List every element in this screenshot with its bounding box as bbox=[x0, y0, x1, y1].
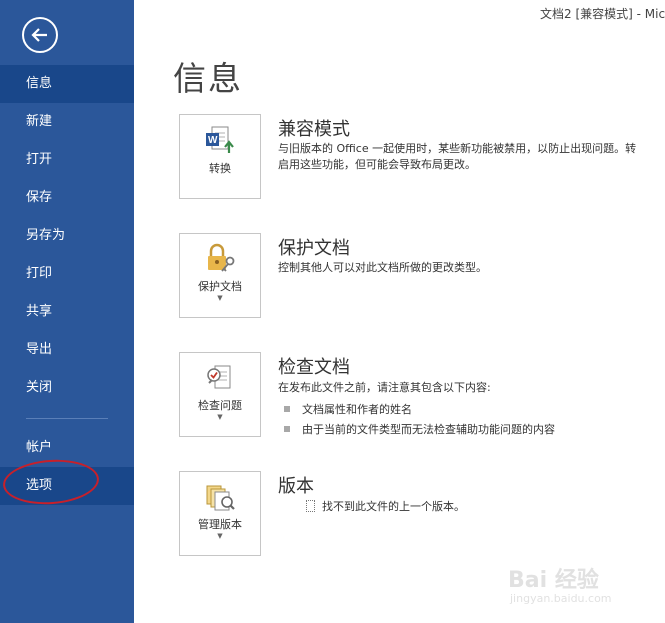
watermark: Bai 经验 jingyan.baidu.com bbox=[508, 550, 658, 610]
nav-item-print[interactable]: 打印 bbox=[0, 255, 134, 293]
convert-button[interactable]: W 转换 bbox=[179, 114, 261, 199]
back-arrow-icon bbox=[31, 28, 47, 42]
compatibility-heading: 兼容模式 bbox=[278, 119, 350, 140]
nav-item-info[interactable]: 信息 bbox=[0, 65, 134, 103]
check-issues-caret-icon: ▼ bbox=[217, 413, 223, 421]
nav-item-save-as[interactable]: 另存为 bbox=[0, 217, 134, 255]
watermark-url: jingyan.baidu.com bbox=[510, 592, 612, 605]
page-title: 信息 bbox=[173, 59, 243, 98]
protect-heading: 保护文档 bbox=[278, 238, 350, 259]
manage-versions-caret-icon: ▼ bbox=[217, 532, 223, 540]
check-issues-button[interactable]: 检查问题 ▼ bbox=[179, 352, 261, 437]
nav-item-export[interactable]: 导出 bbox=[0, 331, 134, 369]
check-issues-label: 检查问题 bbox=[198, 399, 242, 412]
inspect-heading: 检查文档 bbox=[278, 357, 350, 378]
back-button[interactable] bbox=[22, 17, 58, 53]
word-convert-icon: W bbox=[206, 126, 234, 153]
versions-text: 找不到此文件的上一个版本。 bbox=[322, 500, 465, 513]
protect-text: 控制其他人可以对此文档所做的更改类型。 bbox=[278, 261, 487, 274]
convert-label: 转换 bbox=[209, 162, 231, 175]
manage-versions-button[interactable]: 管理版本 ▼ bbox=[179, 471, 261, 556]
svg-text:W: W bbox=[208, 135, 218, 146]
protect-document-label: 保护文档 bbox=[198, 280, 242, 293]
manage-versions-label: 管理版本 bbox=[198, 518, 242, 531]
window-title: 文档2 [兼容模式] - Mic bbox=[540, 7, 665, 21]
nav-item-save[interactable]: 保存 bbox=[0, 179, 134, 217]
backstage-sidebar: 信息 新建 打开 保存 另存为 打印 共享 导出 关闭 帐户 选项 bbox=[0, 0, 134, 623]
manage-versions-icon bbox=[206, 485, 235, 511]
protect-document-button[interactable]: 保护文档 ▼ bbox=[179, 233, 261, 318]
compatibility-text-2: 启用这些功能，但可能会导致布局更改。 bbox=[278, 158, 476, 171]
inspect-document-icon bbox=[207, 365, 231, 389]
nav-item-open[interactable]: 打开 bbox=[0, 141, 134, 179]
sidebar-divider bbox=[26, 418, 108, 419]
protect-dropdown-caret-icon: ▼ bbox=[217, 294, 223, 302]
nav-item-close[interactable]: 关闭 bbox=[0, 369, 134, 407]
inspect-text: 在发布此文件之前，请注意其包含以下内容: bbox=[278, 381, 491, 394]
nav-item-new[interactable]: 新建 bbox=[0, 103, 134, 141]
version-document-icon bbox=[306, 500, 315, 512]
inspect-bullet-2: 由于当前的文件类型而无法检查辅助功能问题的内容 bbox=[284, 421, 555, 437]
nav-item-share[interactable]: 共享 bbox=[0, 293, 134, 331]
versions-heading: 版本 bbox=[278, 476, 314, 497]
lock-key-icon bbox=[208, 243, 235, 272]
inspect-bullet-1: 文档属性和作者的姓名 bbox=[284, 401, 412, 417]
watermark-logo: Bai 经验 bbox=[508, 568, 599, 593]
